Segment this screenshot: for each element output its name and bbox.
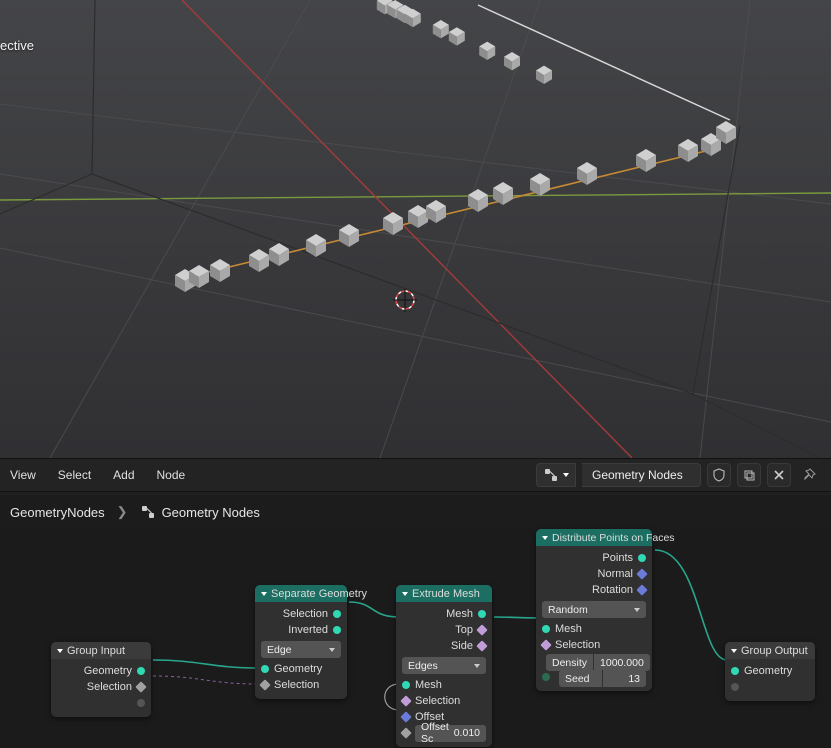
socket-offset-in[interactable] [400,711,411,722]
socket-label: Inverted [288,624,328,636]
breadcrumb: GeometryNodes ❯ Geometry Nodes [0,495,831,529]
viewport-canvas [0,0,831,458]
node-title: Separate Geometry [271,588,367,600]
socket-virtual[interactable] [137,699,145,707]
socket-label: Mesh [555,623,582,635]
socket-label: Selection [87,681,132,693]
axis-x [182,0,632,458]
node-distribute-points-on-faces[interactable]: Distribute Points on Faces Points Normal… [536,529,652,691]
nodetree-icon [543,467,559,483]
socket-label: Points [602,552,633,564]
node-title: Group Input [67,645,125,657]
socket-rotation-out[interactable] [636,584,647,595]
field-value: 1000.000 [600,657,644,669]
dropdown-label: Random [548,604,588,616]
socket-mesh-in[interactable] [402,681,410,689]
socket-normal-out[interactable] [636,568,647,579]
field-value: 13 [628,673,640,685]
socket-geo-in[interactable] [261,665,269,673]
socket-label: Geometry [274,663,322,675]
menu-node[interactable]: Node [157,468,186,482]
node-group-output[interactable]: Group Output Geometry [725,642,815,701]
viewport-3d[interactable]: ective [0,0,831,458]
node-editor-menu: View Select Add Node Geometry Nodes [0,458,831,492]
nodetree-name[interactable]: Geometry Nodes [582,463,701,487]
socket-geo-in[interactable] [731,667,739,675]
menu-select[interactable]: Select [58,468,91,482]
pin-icon[interactable] [797,464,821,486]
seed-field[interactable]: Seed 13 [559,670,646,687]
socket-label: Top [455,624,473,636]
node-separate-geometry[interactable]: Separate Geometry Selection Inverted Edg… [255,585,347,699]
node-group-input[interactable]: Group Input Geometry Selection [51,642,151,717]
socket-label: Normal [598,568,633,580]
socket-label: Selection [555,639,600,651]
socket-selection-in[interactable] [540,639,551,650]
field-label: Density [552,657,587,669]
socket-label: Mesh [415,679,442,691]
field-label: Offset Sc [421,721,454,745]
dropdown-label: Edge [267,644,292,656]
nodetree-icon [140,504,156,520]
socket-virtual[interactable] [731,683,739,691]
socket-selection-out[interactable] [135,681,146,692]
field-value: 0.010 [454,727,480,739]
socket-label: Mesh [446,608,473,620]
mesh-wire [0,0,820,458]
socket-label: Rotation [592,584,633,596]
instances [175,0,736,292]
density-field[interactable]: Density 1000.000 [546,654,650,671]
breadcrumb-current[interactable]: Geometry Nodes [162,505,260,520]
socket-label: Geometry [744,665,792,677]
socket-inverted-out[interactable] [333,626,341,634]
socket-label: Geometry [84,665,132,677]
socket-label: Side [451,640,473,652]
field-label: Seed [565,673,590,685]
nodetree-type-selector[interactable] [536,463,576,487]
breadcrumb-root[interactable]: GeometryNodes [10,505,105,520]
socket-selection-in[interactable] [259,679,270,690]
chevron-right-icon: ❯ [117,504,128,520]
socket-density-in[interactable] [539,658,545,664]
menu-view[interactable]: View [10,468,36,482]
axis-y [0,193,831,200]
dropdown-label: Edges [408,660,438,672]
node-extrude-mesh[interactable]: Extrude Mesh Mesh Top Side Edges Mesh Se… [396,585,492,747]
shield-icon[interactable] [707,463,731,487]
socket-offset-scale-in[interactable] [400,727,411,738]
socket-mesh-in[interactable] [542,625,550,633]
close-icon[interactable] [767,463,791,487]
socket-geo-out[interactable] [137,667,145,675]
menu-add[interactable]: Add [113,468,134,482]
socket-label: Selection [415,695,460,707]
offset-scale-field[interactable]: Offset Sc 0.010 [415,725,486,742]
mode-dropdown[interactable]: Edge [261,641,341,658]
socket-selection-out[interactable] [333,610,341,618]
socket-mesh-out[interactable] [478,610,486,618]
node-title: Extrude Mesh [412,588,480,600]
socket-top-out[interactable] [476,624,487,635]
socket-label: Selection [283,608,328,620]
node-title: Distribute Points on Faces [552,532,675,544]
mode-dropdown[interactable]: Random [542,601,646,618]
duplicate-icon[interactable] [737,463,761,487]
socket-points-out[interactable] [638,554,646,562]
viewport-overlay-text: ective [0,38,34,53]
socket-label: Selection [274,679,319,691]
mode-dropdown[interactable]: Edges [402,657,486,674]
socket-side-out[interactable] [476,640,487,651]
socket-seed-in[interactable] [542,673,550,681]
node-title: Group Output [741,645,808,657]
node-editor-canvas[interactable]: Group Input Geometry Selection Separate … [0,529,831,748]
socket-selection-in[interactable] [400,695,411,706]
